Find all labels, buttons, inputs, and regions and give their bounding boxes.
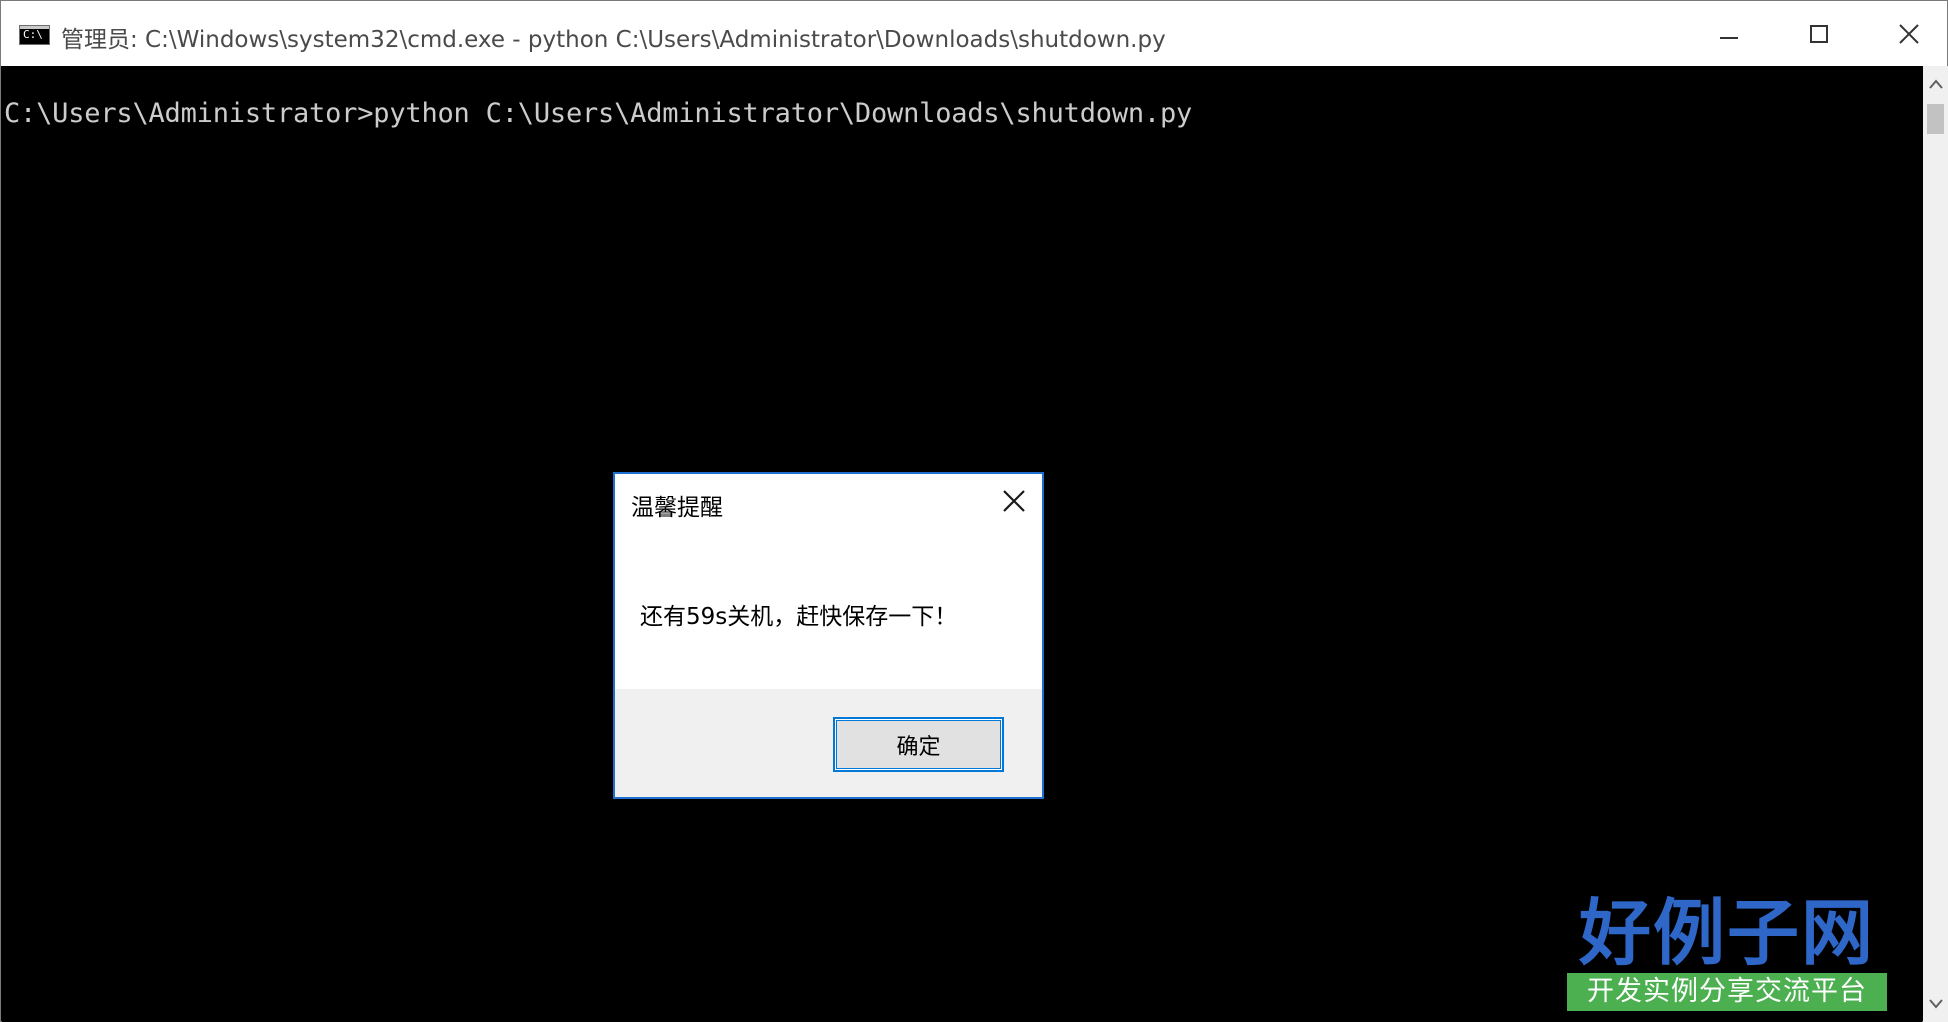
vertical-scrollbar[interactable] bbox=[1923, 66, 1948, 1022]
shutdown-reminder-dialog: 温馨提醒 还有59s关机，赶快保存一下！ 确定 bbox=[613, 472, 1044, 799]
scroll-thumb[interactable] bbox=[1927, 104, 1944, 134]
ok-button[interactable]: 确定 bbox=[833, 717, 1004, 772]
minimize-icon bbox=[1720, 36, 1738, 39]
scroll-down-button[interactable] bbox=[1923, 986, 1948, 1022]
dialog-title: 温馨提醒 bbox=[631, 495, 723, 521]
dialog-close-button[interactable] bbox=[993, 480, 1035, 522]
chevron-down-icon bbox=[1928, 999, 1943, 1009]
cmd-app-icon-label: C:\ bbox=[23, 28, 43, 41]
minimize-button[interactable] bbox=[1683, 1, 1775, 66]
maximize-button[interactable] bbox=[1773, 1, 1865, 66]
dialog-message: 还有59s关机，赶快保存一下！ bbox=[640, 604, 958, 630]
console-line: C:\Users\Administrator>python C:\Users\A… bbox=[4, 98, 1193, 129]
watermark-main-text: 好例子网 bbox=[1578, 890, 1875, 975]
dialog-footer: 确定 bbox=[615, 689, 1042, 797]
scroll-up-button[interactable] bbox=[1923, 66, 1948, 102]
cmd-window: C:\ 管理员: C:\Windows\system32\cmd.exe - p… bbox=[0, 0, 1948, 1022]
close-icon bbox=[1003, 490, 1025, 512]
close-button[interactable] bbox=[1863, 1, 1948, 66]
site-watermark-logo: 好例子网 开发实例分享交流平台 bbox=[1567, 893, 1887, 1013]
title-bar[interactable]: C:\ 管理员: C:\Windows\system32\cmd.exe - p… bbox=[1, 1, 1947, 66]
cmd-app-icon[interactable]: C:\ bbox=[19, 25, 50, 45]
window-title: 管理员: C:\Windows\system32\cmd.exe - pytho… bbox=[61, 27, 1166, 53]
chevron-up-icon bbox=[1928, 79, 1943, 89]
close-icon bbox=[1899, 23, 1919, 44]
maximize-icon bbox=[1810, 24, 1828, 43]
watermark-sub-text: 开发实例分享交流平台 bbox=[1567, 973, 1887, 1011]
